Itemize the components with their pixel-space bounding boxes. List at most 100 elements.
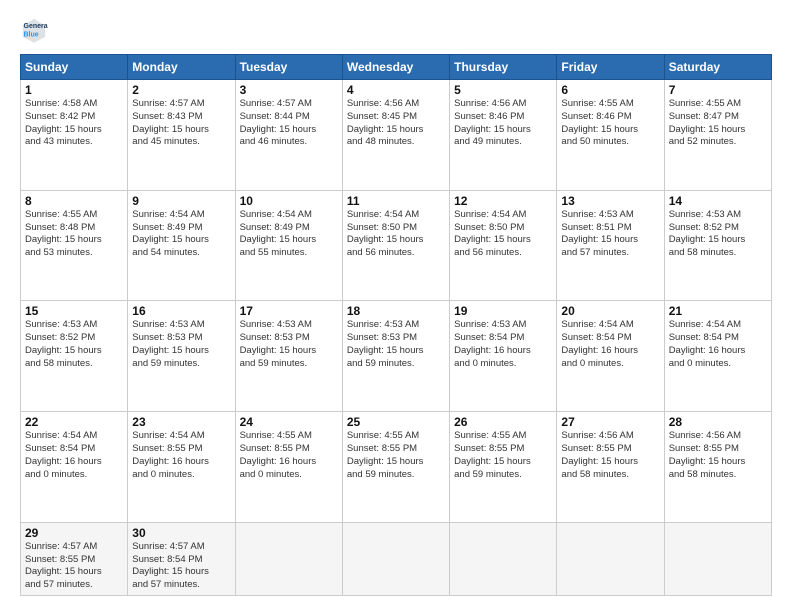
day-info: Sunrise: 4:55 AM Sunset: 8:47 PM Dayligh… [669,98,767,149]
day-info: Sunrise: 4:55 AM Sunset: 8:55 PM Dayligh… [240,430,338,481]
day-info: Sunrise: 4:54 AM Sunset: 8:50 PM Dayligh… [454,209,552,260]
day-number: 14 [669,194,767,208]
day-number: 16 [132,304,230,318]
day-number: 18 [347,304,445,318]
page: General Blue SundayMondayTuesdayWednesda… [0,0,792,612]
day-info: Sunrise: 4:57 AM Sunset: 8:54 PM Dayligh… [132,541,230,592]
day-cell: 13Sunrise: 4:53 AM Sunset: 8:51 PM Dayli… [557,190,664,301]
day-cell: 16Sunrise: 4:53 AM Sunset: 8:53 PM Dayli… [128,301,235,412]
day-info: Sunrise: 4:54 AM Sunset: 8:49 PM Dayligh… [132,209,230,260]
calendar: SundayMondayTuesdayWednesdayThursdayFrid… [20,54,772,596]
day-cell: 9Sunrise: 4:54 AM Sunset: 8:49 PM Daylig… [128,190,235,301]
day-info: Sunrise: 4:55 AM Sunset: 8:55 PM Dayligh… [347,430,445,481]
col-header-saturday: Saturday [664,55,771,80]
day-cell: 17Sunrise: 4:53 AM Sunset: 8:53 PM Dayli… [235,301,342,412]
day-number: 3 [240,83,338,97]
day-number: 22 [25,415,123,429]
col-header-monday: Monday [128,55,235,80]
day-number: 7 [669,83,767,97]
col-header-wednesday: Wednesday [342,55,449,80]
day-cell: 21Sunrise: 4:54 AM Sunset: 8:54 PM Dayli… [664,301,771,412]
col-header-sunday: Sunday [21,55,128,80]
day-info: Sunrise: 4:54 AM Sunset: 8:55 PM Dayligh… [132,430,230,481]
day-cell: 27Sunrise: 4:56 AM Sunset: 8:55 PM Dayli… [557,412,664,523]
day-number: 21 [669,304,767,318]
day-cell: 3Sunrise: 4:57 AM Sunset: 8:44 PM Daylig… [235,80,342,191]
week-row-4: 22Sunrise: 4:54 AM Sunset: 8:54 PM Dayli… [21,412,772,523]
day-cell: 25Sunrise: 4:55 AM Sunset: 8:55 PM Dayli… [342,412,449,523]
day-number: 30 [132,526,230,540]
day-cell: 29Sunrise: 4:57 AM Sunset: 8:55 PM Dayli… [21,522,128,595]
day-info: Sunrise: 4:53 AM Sunset: 8:54 PM Dayligh… [454,319,552,370]
day-cell: 20Sunrise: 4:54 AM Sunset: 8:54 PM Dayli… [557,301,664,412]
day-number: 28 [669,415,767,429]
day-number: 9 [132,194,230,208]
day-number: 29 [25,526,123,540]
day-number: 12 [454,194,552,208]
day-cell: 23Sunrise: 4:54 AM Sunset: 8:55 PM Dayli… [128,412,235,523]
day-info: Sunrise: 4:54 AM Sunset: 8:54 PM Dayligh… [561,319,659,370]
day-info: Sunrise: 4:53 AM Sunset: 8:52 PM Dayligh… [25,319,123,370]
day-cell: 11Sunrise: 4:54 AM Sunset: 8:50 PM Dayli… [342,190,449,301]
day-cell: 6Sunrise: 4:55 AM Sunset: 8:46 PM Daylig… [557,80,664,191]
header-row: SundayMondayTuesdayWednesdayThursdayFrid… [21,55,772,80]
day-number: 2 [132,83,230,97]
day-cell [664,522,771,595]
day-number: 13 [561,194,659,208]
day-number: 20 [561,304,659,318]
day-info: Sunrise: 4:56 AM Sunset: 8:46 PM Dayligh… [454,98,552,149]
day-cell: 5Sunrise: 4:56 AM Sunset: 8:46 PM Daylig… [450,80,557,191]
day-info: Sunrise: 4:57 AM Sunset: 8:44 PM Dayligh… [240,98,338,149]
day-cell: 24Sunrise: 4:55 AM Sunset: 8:55 PM Dayli… [235,412,342,523]
day-number: 19 [454,304,552,318]
day-cell: 26Sunrise: 4:55 AM Sunset: 8:55 PM Dayli… [450,412,557,523]
day-cell [450,522,557,595]
col-header-thursday: Thursday [450,55,557,80]
day-number: 5 [454,83,552,97]
day-info: Sunrise: 4:54 AM Sunset: 8:50 PM Dayligh… [347,209,445,260]
day-number: 11 [347,194,445,208]
day-info: Sunrise: 4:53 AM Sunset: 8:53 PM Dayligh… [240,319,338,370]
day-number: 26 [454,415,552,429]
day-info: Sunrise: 4:55 AM Sunset: 8:55 PM Dayligh… [454,430,552,481]
day-cell: 8Sunrise: 4:55 AM Sunset: 8:48 PM Daylig… [21,190,128,301]
day-cell: 18Sunrise: 4:53 AM Sunset: 8:53 PM Dayli… [342,301,449,412]
day-info: Sunrise: 4:56 AM Sunset: 8:55 PM Dayligh… [669,430,767,481]
day-info: Sunrise: 4:54 AM Sunset: 8:54 PM Dayligh… [25,430,123,481]
day-info: Sunrise: 4:55 AM Sunset: 8:46 PM Dayligh… [561,98,659,149]
day-info: Sunrise: 4:53 AM Sunset: 8:52 PM Dayligh… [669,209,767,260]
day-info: Sunrise: 4:54 AM Sunset: 8:49 PM Dayligh… [240,209,338,260]
day-number: 25 [347,415,445,429]
day-number: 8 [25,194,123,208]
day-info: Sunrise: 4:58 AM Sunset: 8:42 PM Dayligh… [25,98,123,149]
day-cell: 10Sunrise: 4:54 AM Sunset: 8:49 PM Dayli… [235,190,342,301]
day-info: Sunrise: 4:56 AM Sunset: 8:45 PM Dayligh… [347,98,445,149]
day-cell: 7Sunrise: 4:55 AM Sunset: 8:47 PM Daylig… [664,80,771,191]
day-info: Sunrise: 4:57 AM Sunset: 8:43 PM Dayligh… [132,98,230,149]
day-cell: 19Sunrise: 4:53 AM Sunset: 8:54 PM Dayli… [450,301,557,412]
week-row-5: 29Sunrise: 4:57 AM Sunset: 8:55 PM Dayli… [21,522,772,595]
day-cell: 4Sunrise: 4:56 AM Sunset: 8:45 PM Daylig… [342,80,449,191]
day-info: Sunrise: 4:53 AM Sunset: 8:53 PM Dayligh… [132,319,230,370]
day-number: 1 [25,83,123,97]
day-cell [557,522,664,595]
day-cell: 15Sunrise: 4:53 AM Sunset: 8:52 PM Dayli… [21,301,128,412]
day-cell [235,522,342,595]
week-row-2: 8Sunrise: 4:55 AM Sunset: 8:48 PM Daylig… [21,190,772,301]
col-header-friday: Friday [557,55,664,80]
day-number: 10 [240,194,338,208]
day-info: Sunrise: 4:56 AM Sunset: 8:55 PM Dayligh… [561,430,659,481]
week-row-1: 1Sunrise: 4:58 AM Sunset: 8:42 PM Daylig… [21,80,772,191]
day-cell: 28Sunrise: 4:56 AM Sunset: 8:55 PM Dayli… [664,412,771,523]
day-number: 24 [240,415,338,429]
day-info: Sunrise: 4:53 AM Sunset: 8:51 PM Dayligh… [561,209,659,260]
day-cell: 22Sunrise: 4:54 AM Sunset: 8:54 PM Dayli… [21,412,128,523]
day-number: 27 [561,415,659,429]
day-cell: 14Sunrise: 4:53 AM Sunset: 8:52 PM Dayli… [664,190,771,301]
day-cell: 12Sunrise: 4:54 AM Sunset: 8:50 PM Dayli… [450,190,557,301]
svg-text:Blue: Blue [24,31,39,38]
day-info: Sunrise: 4:55 AM Sunset: 8:48 PM Dayligh… [25,209,123,260]
day-info: Sunrise: 4:54 AM Sunset: 8:54 PM Dayligh… [669,319,767,370]
week-row-3: 15Sunrise: 4:53 AM Sunset: 8:52 PM Dayli… [21,301,772,412]
day-info: Sunrise: 4:57 AM Sunset: 8:55 PM Dayligh… [25,541,123,592]
